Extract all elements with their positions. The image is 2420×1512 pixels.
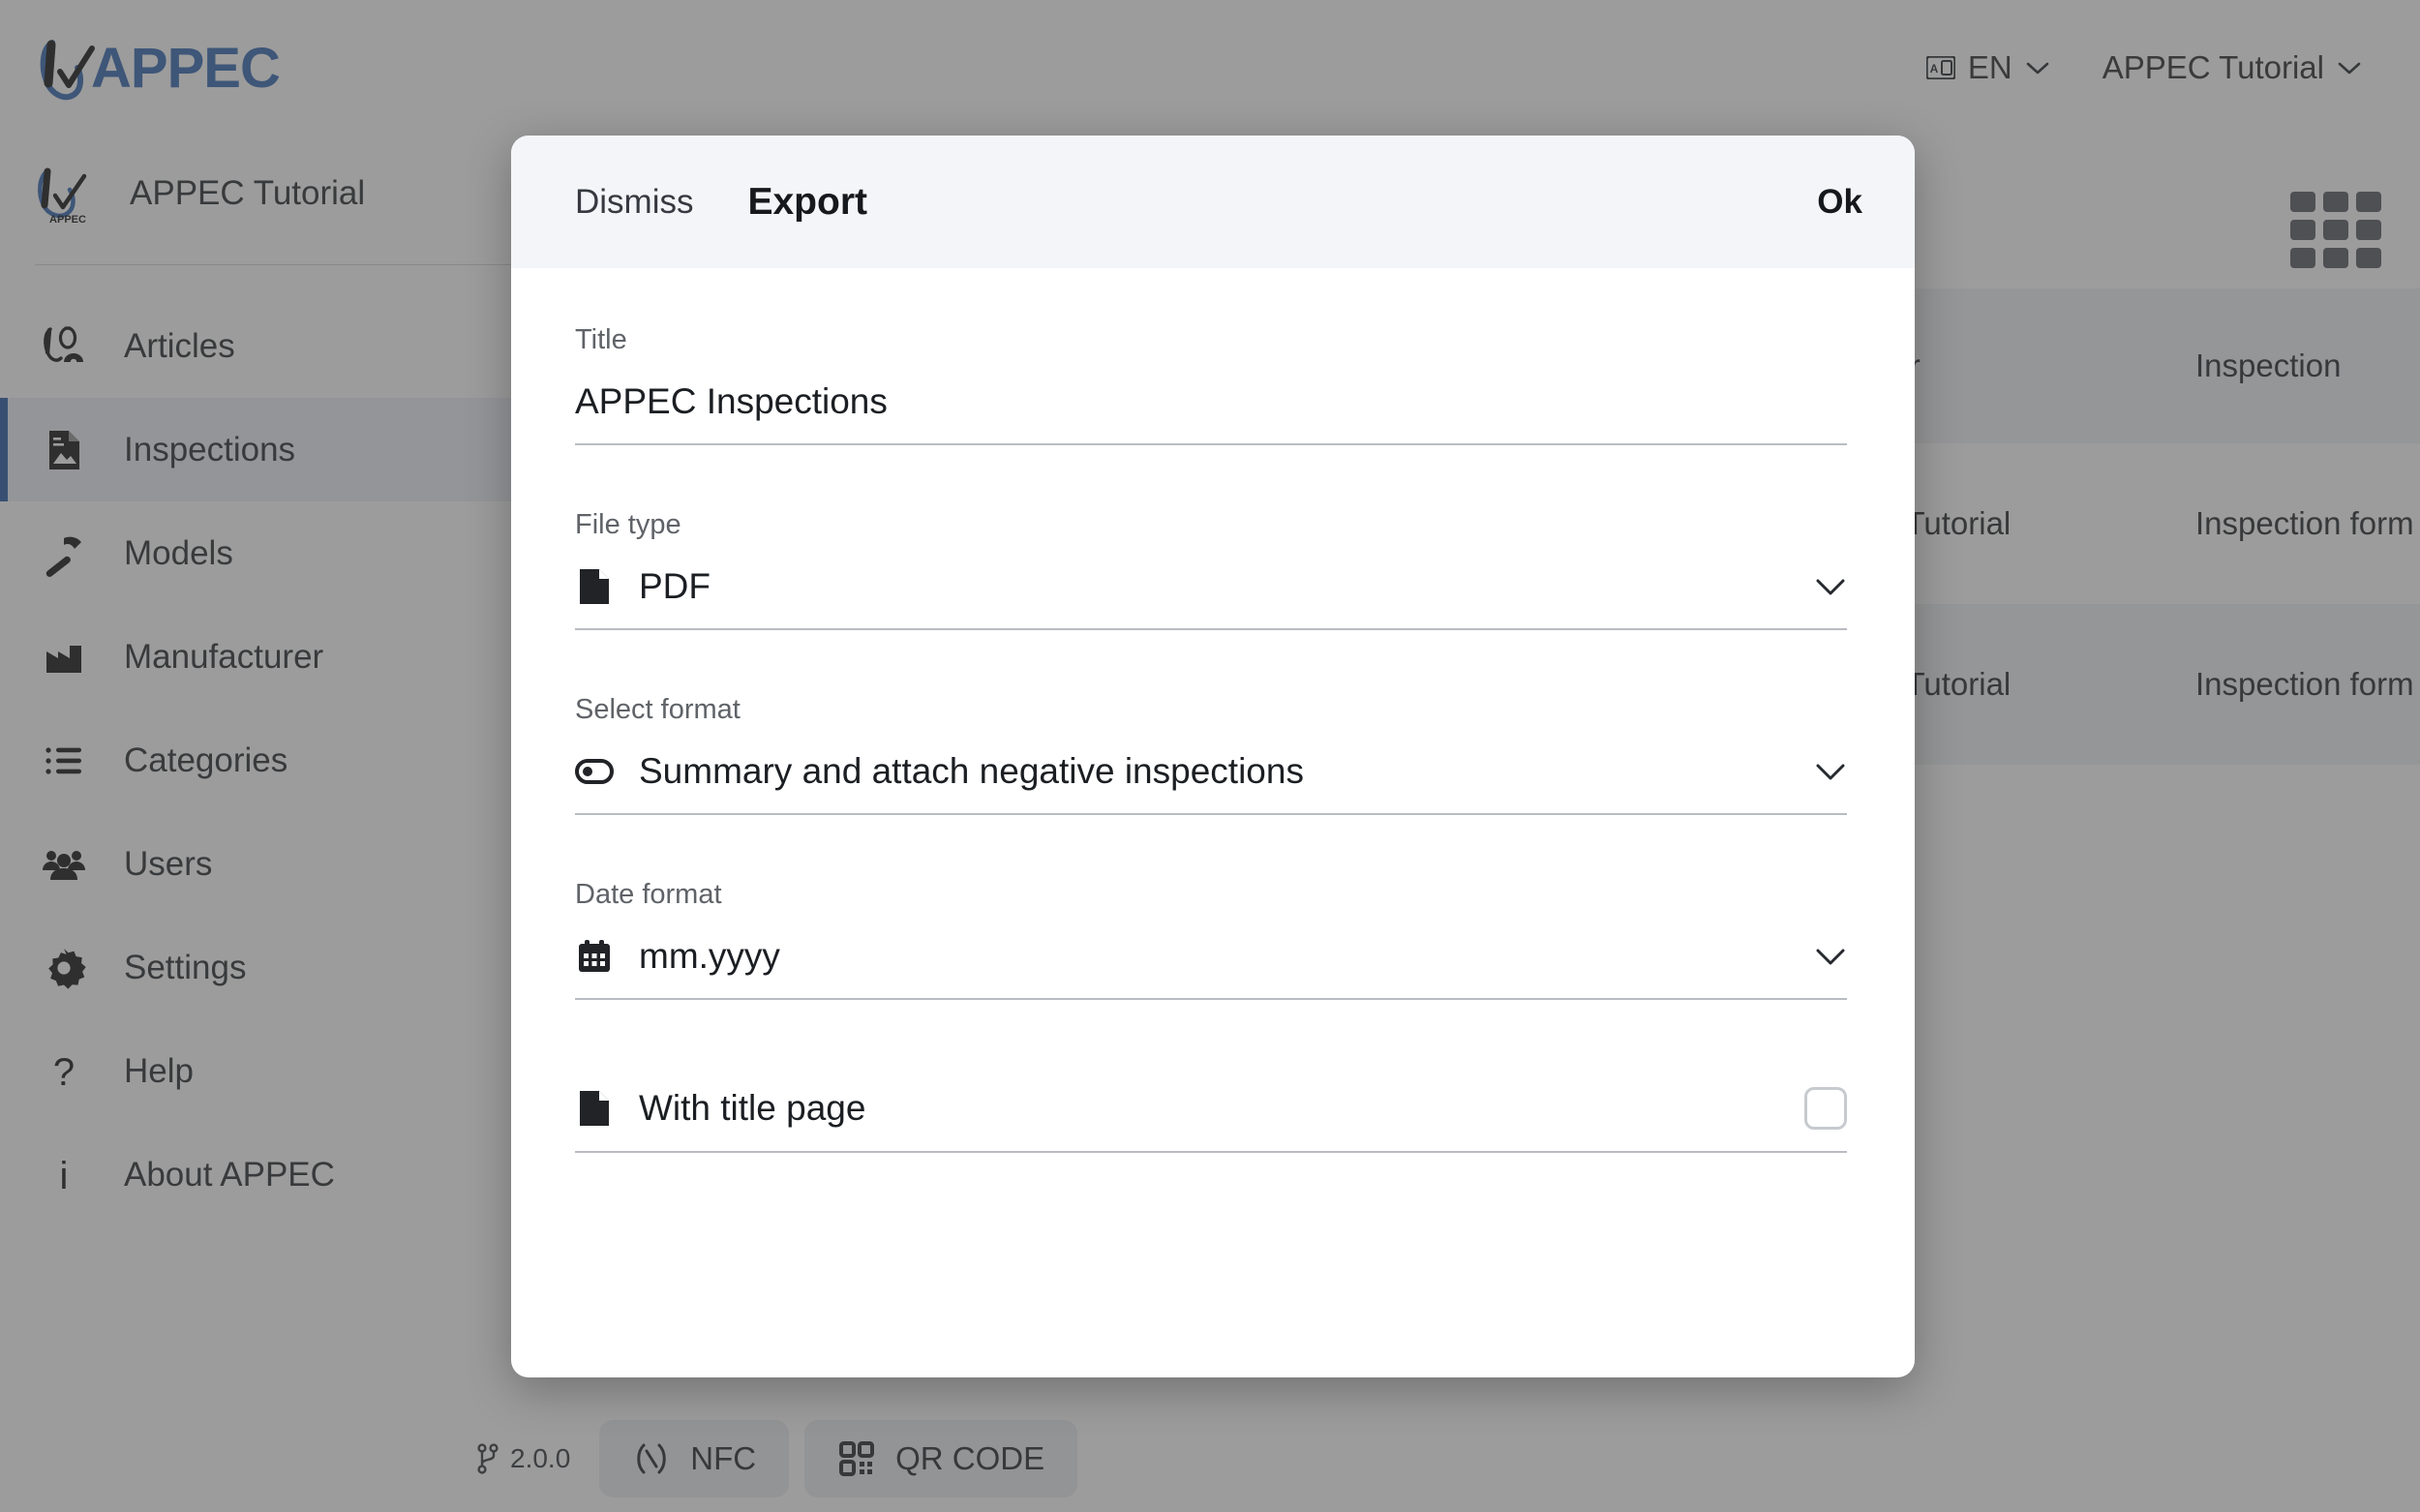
date-format-value: mm.yyyy — [639, 936, 780, 977]
spacer — [575, 1004, 1847, 1064]
field-label: File type — [575, 509, 1847, 541]
chevron-down-icon — [1814, 576, 1847, 597]
spacer — [575, 634, 1847, 694]
dialog-body: Title APPEC Inspections File type PDF — [511, 268, 1915, 1153]
chevron-down-icon — [1814, 946, 1847, 967]
title-input[interactable]: APPEC Inspections — [575, 381, 888, 422]
chevron-down-icon — [1814, 761, 1847, 782]
field-file-type: File type PDF — [575, 509, 1847, 630]
dialog-title: Export — [747, 181, 867, 224]
app-root: APPEC A EN APPEC Tutorial — [0, 0, 2420, 1512]
document-icon — [575, 1089, 614, 1128]
select-format-select[interactable]: Summary and attach negative inspections — [575, 751, 1847, 815]
dialog-header: Dismiss Export Ok — [511, 136, 1915, 268]
field-with-title-page: With title page — [575, 1064, 1847, 1153]
file-type-value: PDF — [639, 566, 711, 607]
file-type-select[interactable]: PDF — [575, 566, 1847, 630]
ok-button[interactable]: Ok — [1817, 183, 1862, 222]
toggle-view-icon — [575, 759, 614, 784]
field-label: Title — [575, 324, 1847, 356]
calendar-icon — [575, 938, 614, 975]
field-select-format: Select format Summary and attach negativ… — [575, 694, 1847, 815]
with-title-page-row[interactable]: With title page — [575, 1064, 1847, 1153]
field-date-format: Date format — [575, 879, 1847, 1000]
date-format-select[interactable]: mm.yyyy — [575, 936, 1847, 1000]
document-icon — [575, 567, 614, 606]
dismiss-button[interactable]: Dismiss — [575, 183, 693, 222]
export-dialog: Dismiss Export Ok Title APPEC Inspection… — [511, 136, 1915, 1377]
title-input-row[interactable]: APPEC Inspections — [575, 381, 1847, 445]
field-label: Select format — [575, 694, 1847, 726]
spacer — [575, 449, 1847, 509]
spacer — [575, 819, 1847, 879]
with-title-page-checkbox[interactable] — [1804, 1087, 1847, 1130]
select-format-value: Summary and attach negative inspections — [639, 751, 1304, 792]
with-title-page-label: With title page — [639, 1088, 865, 1129]
field-title: Title APPEC Inspections — [575, 324, 1847, 445]
field-label: Date format — [575, 879, 1847, 911]
